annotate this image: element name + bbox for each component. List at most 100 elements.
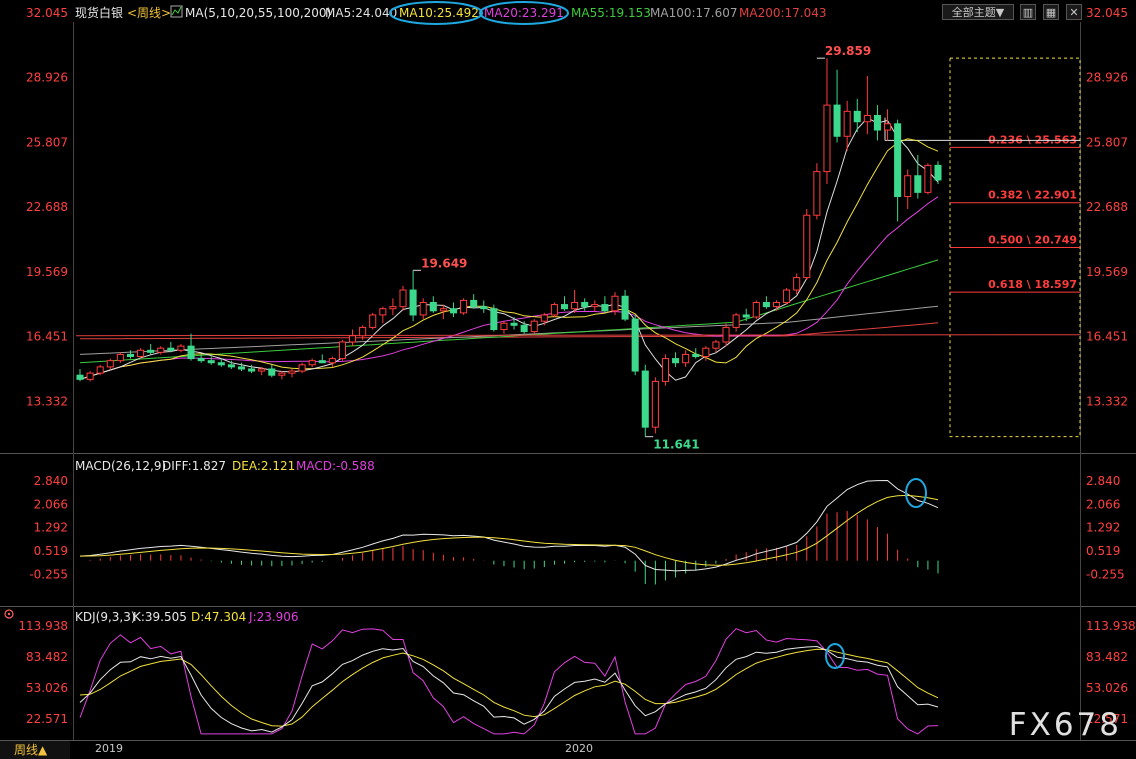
- candle-body: [248, 368, 256, 372]
- candle-body: [672, 358, 680, 364]
- reference-line: [75, 334, 1081, 337]
- macd-hist-label: MACD:-0.588: [296, 459, 375, 473]
- candle-body: [611, 295, 619, 312]
- macd-indicator: [79, 478, 939, 585]
- macd-title: MACD(26,12,9): [75, 459, 166, 473]
- candle-body: [187, 345, 195, 360]
- ma100-label: MA100:17.607: [650, 6, 738, 20]
- time-axis: 2019 2020: [95, 742, 593, 755]
- macd-tick-left: 1.292: [34, 521, 68, 535]
- price-tick-left: 22.688: [26, 200, 68, 214]
- kdj-k-line: [79, 645, 939, 733]
- fib-level-label: 0.500 \ 20.749: [988, 233, 1077, 246]
- candle-body: [520, 324, 528, 333]
- candle-body: [126, 353, 134, 358]
- ma55-label: MA55:19.153: [571, 6, 651, 20]
- candle-body: [116, 353, 124, 362]
- candle-body: [207, 360, 215, 364]
- ma10-label: MA10:25.492: [399, 6, 479, 20]
- candle-body: [873, 114, 881, 131]
- price-tick-right: 25.807: [1086, 135, 1128, 149]
- fib-level-label: 0.618 \ 18.597: [988, 278, 1077, 291]
- candle-body: [540, 314, 548, 322]
- candle-body: [500, 322, 508, 330]
- candle-body: [349, 335, 357, 343]
- candle-body: [591, 304, 599, 308]
- candle-body: [157, 347, 165, 353]
- chart-canvas[interactable]: 现货白银 <周线> MA(5,10,20,55,100,200) MA5:24.…: [0, 0, 1136, 759]
- fib-level-label: 0.382 \ 22.901: [988, 189, 1077, 202]
- candle-body: [510, 322, 518, 326]
- grid-icon[interactable]: ▦: [1043, 4, 1059, 20]
- candle-body: [853, 110, 861, 123]
- header-legend: 现货白银 <周线> MA(5,10,20,55,100,200) MA5:24.…: [75, 1, 827, 25]
- kdj-indicator: [79, 628, 939, 735]
- candle-body: [268, 368, 276, 376]
- kdj-tick-left: 83.482: [26, 650, 68, 664]
- year-label-2019: 2019: [95, 742, 123, 755]
- candle-body: [76, 374, 84, 380]
- symbol-title: 现货白银: [75, 5, 123, 20]
- candle-body: [338, 341, 346, 360]
- kdj-tick-right: 53.026: [1086, 681, 1128, 695]
- macd-tick-right: 2.066: [1086, 497, 1120, 511]
- macd-tick-left: 2.840: [34, 474, 68, 488]
- candle-body: [177, 345, 185, 351]
- candle-body: [409, 289, 417, 316]
- candle-body: [419, 301, 427, 316]
- candle-body: [560, 304, 569, 310]
- candle-body: [237, 366, 246, 370]
- candle-body: [96, 366, 104, 374]
- candle-body: [833, 104, 841, 137]
- candle-body: [318, 360, 326, 364]
- kdj-tick-left: 53.026: [26, 681, 68, 695]
- candle-body: [369, 314, 377, 328]
- theme-select-button[interactable]: 全部主题▼: [942, 4, 1014, 20]
- candle-body: [682, 353, 690, 364]
- candle-body: [399, 289, 407, 308]
- price-tick-left: 19.569: [26, 265, 68, 279]
- macd-dea-label: DEA:2.121: [232, 459, 295, 473]
- candle-body: [621, 295, 629, 320]
- candle-body: [227, 364, 235, 368]
- ma-toggle-icon[interactable]: [170, 5, 183, 18]
- candle-body: [106, 360, 114, 368]
- candle-body: [217, 362, 225, 366]
- fibonacci-levels: 0.236 \ 25.5630.382 \ 22.9010.500 \ 20.7…: [884, 57, 1081, 438]
- candle-body: [692, 353, 700, 358]
- annotation-label: 11.641: [653, 438, 699, 452]
- candle-body: [783, 289, 791, 303]
- kdj-d-label: D:47.304: [191, 610, 246, 624]
- candle-body: [601, 304, 609, 312]
- candle-body: [359, 326, 367, 337]
- watermark: FX678: [1008, 707, 1122, 743]
- candle-body: [772, 301, 781, 308]
- price-tick-right: 16.451: [1086, 330, 1128, 344]
- candle-body: [742, 314, 750, 318]
- price-tick-right: 28.926: [1086, 71, 1128, 85]
- kdj-tick-right: 83.482: [1086, 650, 1128, 664]
- candle-body: [298, 364, 306, 372]
- close-icon[interactable]: ✕: [1066, 4, 1082, 20]
- candle-body: [752, 301, 760, 318]
- period-select-button[interactable]: 周线▲: [0, 741, 70, 759]
- candle-body: [884, 123, 892, 131]
- kdj-title: KDJ(9,3,3): [75, 610, 136, 624]
- price-tick-left: 13.332: [26, 395, 68, 409]
- candle-body: [934, 164, 942, 181]
- ma200-label: MA200:17.043: [739, 6, 827, 20]
- panel-settings-icon[interactable]: [4, 609, 14, 619]
- macd-tick-right: -0.255: [1086, 567, 1125, 581]
- candle-body: [894, 123, 902, 198]
- moving-averages: [75, 117, 1081, 381]
- candle-body: [429, 301, 437, 312]
- kdj-j-line: [79, 628, 939, 735]
- candle-body: [137, 349, 145, 358]
- macd-tick-left: 0.519: [34, 544, 68, 558]
- candle-body: [843, 110, 851, 137]
- macd-legend: MACD(26,12,9) DIFF:1.827 DEA:2.121 MACD:…: [75, 459, 375, 473]
- candle-body: [379, 308, 387, 316]
- chart-type-icon[interactable]: ▥: [1020, 4, 1036, 20]
- candle-body: [480, 306, 488, 310]
- period-label: <周线>: [127, 6, 171, 20]
